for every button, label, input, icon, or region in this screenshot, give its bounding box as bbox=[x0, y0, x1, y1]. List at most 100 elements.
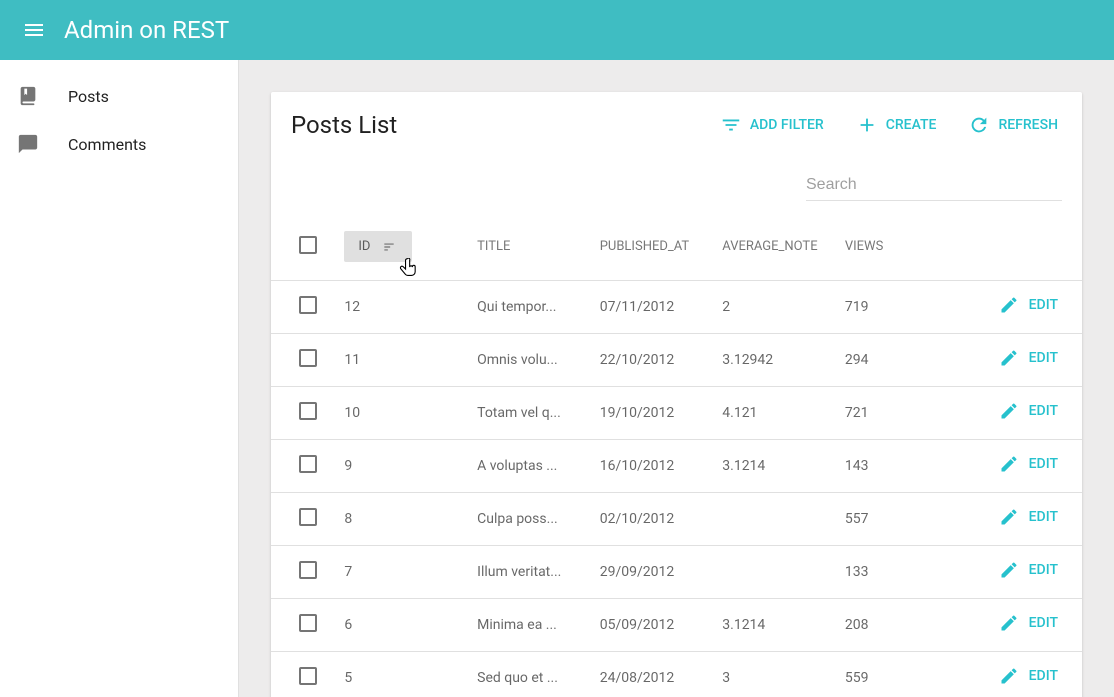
cell-average-note: 3.1214 bbox=[722, 458, 765, 474]
posts-card: Posts List ADD FILTER CREATE REFRESH bbox=[271, 92, 1082, 697]
cell-title: Totam vel q... bbox=[477, 405, 561, 421]
cell-views: 559 bbox=[845, 670, 869, 686]
card-header: Posts List ADD FILTER CREATE REFRESH bbox=[271, 92, 1082, 150]
column-header-edit bbox=[959, 211, 1082, 281]
refresh-button[interactable]: REFRESH bbox=[964, 108, 1062, 142]
cell-title: Illum veritat... bbox=[477, 564, 561, 580]
table-row[interactable]: 10 Totam vel q... 19/10/2012 4.121 721 E… bbox=[271, 387, 1082, 440]
row-checkbox[interactable] bbox=[299, 667, 317, 685]
edit-button[interactable]: EDIT bbox=[999, 295, 1058, 315]
edit-button[interactable]: EDIT bbox=[999, 401, 1058, 421]
cell-published-at: 07/11/2012 bbox=[600, 299, 675, 315]
add-filter-button[interactable]: ADD FILTER bbox=[716, 108, 828, 142]
cell-title: Minima ea ... bbox=[477, 617, 557, 633]
refresh-icon bbox=[968, 114, 990, 136]
cell-average-note: 3 bbox=[722, 670, 730, 686]
cell-views: 721 bbox=[845, 405, 869, 421]
table-row[interactable]: 11 Omnis volu... 22/10/2012 3.12942 294 … bbox=[271, 334, 1082, 387]
cell-id: 8 bbox=[344, 511, 352, 527]
edit-button[interactable]: EDIT bbox=[999, 454, 1058, 474]
sidebar-item-posts[interactable]: Posts bbox=[0, 72, 238, 120]
cell-title: Culpa poss... bbox=[477, 511, 558, 527]
row-checkbox[interactable] bbox=[299, 508, 317, 526]
cell-id: 7 bbox=[344, 564, 352, 580]
cell-views: 208 bbox=[845, 617, 869, 633]
table-row[interactable]: 9 A voluptas ... 16/10/2012 3.1214 143 E… bbox=[271, 440, 1082, 493]
sidebar-item-label: Posts bbox=[68, 87, 109, 106]
cell-id: 6 bbox=[344, 617, 352, 633]
action-label: REFRESH bbox=[998, 117, 1058, 133]
edit-button[interactable]: EDIT bbox=[999, 348, 1058, 368]
row-checkbox[interactable] bbox=[299, 402, 317, 420]
sidebar: Posts Comments bbox=[0, 60, 239, 697]
sort-icon bbox=[380, 240, 398, 254]
column-header-id[interactable]: ID bbox=[336, 211, 469, 281]
pencil-icon bbox=[999, 295, 1019, 315]
row-checkbox[interactable] bbox=[299, 561, 317, 579]
search-input[interactable] bbox=[806, 170, 1062, 201]
pencil-icon bbox=[999, 666, 1019, 686]
table-row[interactable]: 12 Qui tempor... 07/11/2012 2 719 EDIT bbox=[271, 281, 1082, 334]
cell-id: 10 bbox=[344, 405, 360, 421]
edit-label: EDIT bbox=[1029, 509, 1058, 525]
sidebar-item-comments[interactable]: Comments bbox=[0, 120, 238, 168]
edit-label: EDIT bbox=[1029, 562, 1058, 578]
cell-average-note: 3.1214 bbox=[722, 617, 765, 633]
card-title: Posts List bbox=[291, 111, 397, 139]
select-all-checkbox[interactable] bbox=[299, 236, 317, 254]
edit-label: EDIT bbox=[1029, 668, 1058, 684]
edit-label: EDIT bbox=[1029, 403, 1058, 419]
cell-average-note: 3.12942 bbox=[722, 352, 773, 368]
table-row[interactable]: 7 Illum veritat... 29/09/2012 133 EDIT bbox=[271, 546, 1082, 599]
cell-views: 294 bbox=[845, 352, 869, 368]
cell-average-note: 2 bbox=[722, 299, 730, 315]
sidebar-item-label: Comments bbox=[68, 135, 146, 154]
column-header-average-note[interactable]: AVERAGE_NOTE bbox=[714, 211, 837, 281]
column-header-published-at[interactable]: PUBLISHED_AT bbox=[592, 211, 715, 281]
search-row bbox=[271, 150, 1082, 211]
row-checkbox[interactable] bbox=[299, 296, 317, 314]
cell-id: 5 bbox=[344, 670, 352, 686]
add-icon bbox=[856, 114, 878, 136]
edit-button[interactable]: EDIT bbox=[999, 560, 1058, 580]
app-title: Admin on REST bbox=[64, 16, 229, 44]
create-button[interactable]: CREATE bbox=[852, 108, 941, 142]
cell-published-at: 29/09/2012 bbox=[600, 564, 675, 580]
cell-views: 557 bbox=[845, 511, 869, 527]
cell-published-at: 24/08/2012 bbox=[600, 670, 675, 686]
cell-id: 11 bbox=[344, 352, 360, 368]
row-checkbox[interactable] bbox=[299, 455, 317, 473]
cell-id: 12 bbox=[344, 299, 360, 315]
edit-label: EDIT bbox=[1029, 456, 1058, 472]
cell-title: Omnis volu... bbox=[477, 352, 558, 368]
main-content: Posts List ADD FILTER CREATE REFRESH bbox=[239, 60, 1114, 697]
row-checkbox[interactable] bbox=[299, 349, 317, 367]
column-header-views[interactable]: VIEWS bbox=[837, 211, 960, 281]
action-label: CREATE bbox=[886, 117, 937, 133]
message-icon bbox=[16, 132, 40, 156]
table-row[interactable]: 6 Minima ea ... 05/09/2012 3.1214 208 ED… bbox=[271, 599, 1082, 652]
posts-table: ID TITLE PUBLISHED_AT AVERAGE_NOTE VIEWS… bbox=[271, 211, 1082, 697]
filter-list-icon bbox=[720, 114, 742, 136]
edit-button[interactable]: EDIT bbox=[999, 507, 1058, 527]
edit-label: EDIT bbox=[1029, 350, 1058, 366]
row-checkbox[interactable] bbox=[299, 614, 317, 632]
action-label: ADD FILTER bbox=[750, 117, 824, 133]
column-label: ID bbox=[358, 239, 370, 254]
table-row[interactable]: 5 Sed quo et ... 24/08/2012 3 559 EDIT bbox=[271, 652, 1082, 697]
cell-title: Qui tempor... bbox=[477, 299, 556, 315]
edit-button[interactable]: EDIT bbox=[999, 666, 1058, 686]
edit-label: EDIT bbox=[1029, 297, 1058, 313]
cell-published-at: 16/10/2012 bbox=[600, 458, 675, 474]
cell-published-at: 22/10/2012 bbox=[600, 352, 675, 368]
column-header-select bbox=[271, 211, 336, 281]
column-header-title[interactable]: TITLE bbox=[469, 211, 592, 281]
cell-views: 133 bbox=[845, 564, 869, 580]
edit-button[interactable]: EDIT bbox=[999, 613, 1058, 633]
cell-average-note: 4.121 bbox=[722, 405, 757, 421]
edit-label: EDIT bbox=[1029, 615, 1058, 631]
menu-button[interactable] bbox=[10, 6, 58, 54]
pencil-icon bbox=[999, 348, 1019, 368]
cell-published-at: 05/09/2012 bbox=[600, 617, 675, 633]
table-row[interactable]: 8 Culpa poss... 02/10/2012 557 EDIT bbox=[271, 493, 1082, 546]
